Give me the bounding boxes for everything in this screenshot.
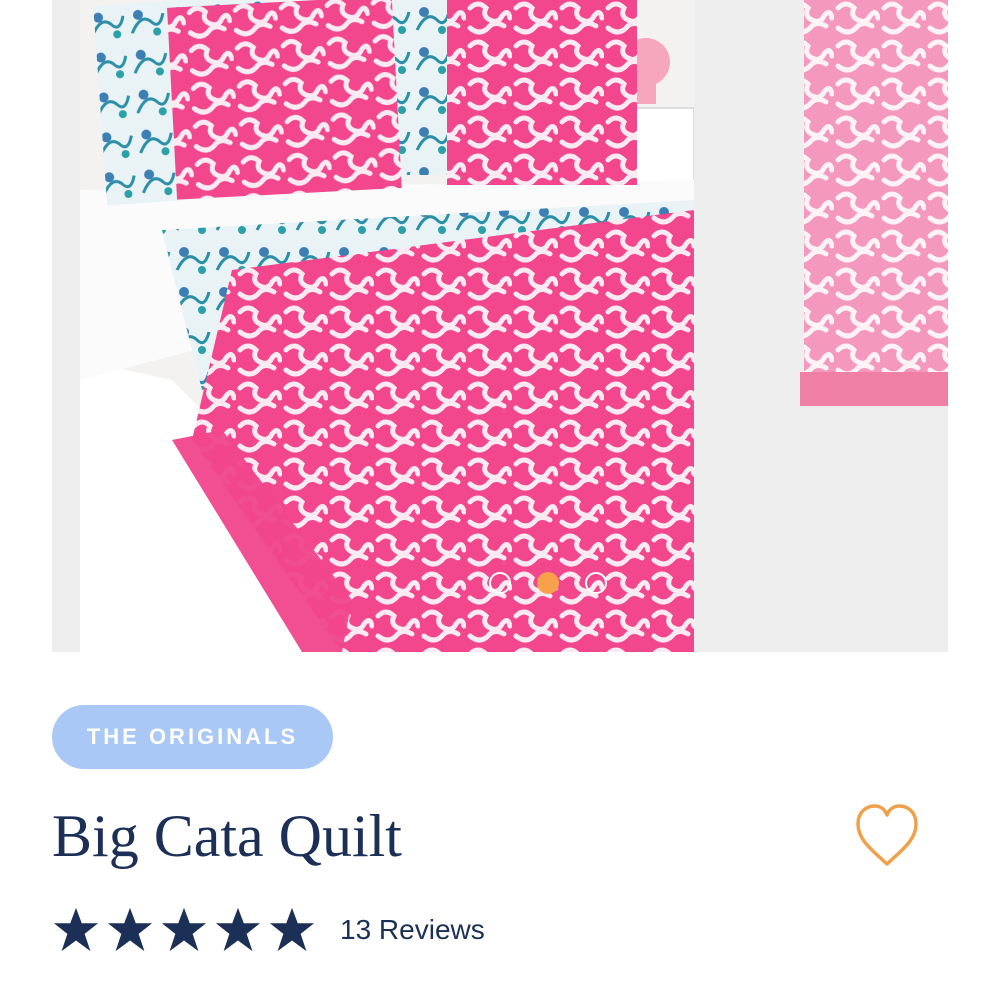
carousel-dot-1[interactable] [489,572,511,594]
carousel-dots [489,572,607,594]
product-title: Big Cata Quilt [52,803,402,869]
star-icon [161,907,207,952]
star-icon [269,907,315,952]
carousel-dot-2-active[interactable] [537,572,559,594]
rating-stars [52,906,316,954]
carousel-dot-3[interactable] [585,572,607,594]
heart-outline-icon[interactable] [852,800,922,872]
product-rating: 13 Reviews [52,906,485,954]
product-photo [79,0,948,652]
product-image-gallery[interactable] [52,0,948,652]
collection-badge[interactable]: THE ORIGINALS [52,705,333,769]
star-icon [53,907,99,952]
reviews-link[interactable]: 13 Reviews [340,914,485,946]
star-icon [107,907,153,952]
star-icon [215,907,261,952]
